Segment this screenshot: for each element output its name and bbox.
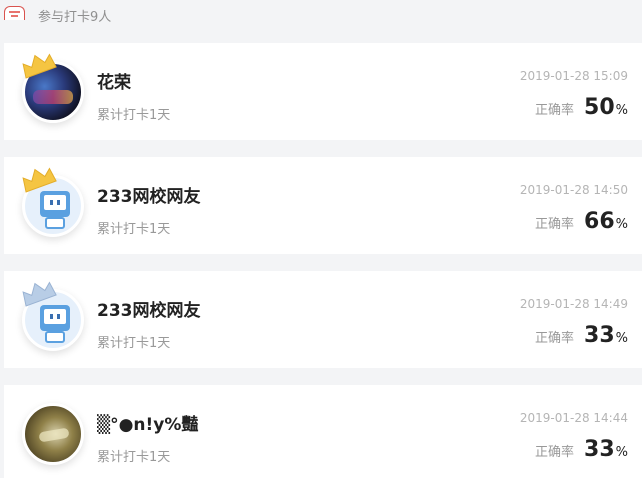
accuracy-label: 正确率	[535, 331, 575, 346]
accuracy-unit: %	[615, 217, 628, 232]
accuracy-label: 正确率	[535, 217, 575, 232]
accuracy-label: 正确率	[535, 103, 575, 118]
user-name: ▒°●n!y%豔	[97, 415, 199, 435]
user-name: 花荣	[97, 73, 131, 93]
avatar[interactable]	[22, 53, 84, 123]
checkin-time: 2019-01-28 14:49	[519, 297, 628, 311]
accuracy: 正确率 33 %	[535, 437, 628, 462]
accuracy-value: 33	[584, 323, 615, 348]
avatar[interactable]	[22, 281, 84, 351]
accuracy-label: 正确率	[535, 445, 575, 460]
robot-head	[40, 191, 70, 217]
user-name: 233网校网友	[97, 301, 201, 321]
checkin-days: 累计打卡1天	[97, 336, 171, 351]
accuracy-unit: %	[615, 103, 628, 118]
accuracy: 正确率 66 %	[535, 209, 628, 234]
accuracy-value: 50	[584, 95, 615, 120]
participants-header: 参与打卡9人	[0, 0, 642, 30]
checkin-record[interactable]: ▒°●n!y%豔 累计打卡1天 2019-01-28 14:44 正确率 33 …	[4, 385, 642, 478]
user-name: 233网校网友	[97, 187, 201, 207]
accuracy-value: 33	[584, 437, 615, 462]
accuracy: 正确率 50 %	[535, 95, 628, 120]
checkin-time: 2019-01-28 14:44	[519, 411, 628, 425]
checkin-page: 参与打卡9人 花荣 累计打卡1天 2019-01-28 15:09 正确率 50…	[0, 0, 642, 478]
checkin-days: 累计打卡1天	[97, 450, 171, 465]
photo-avatar	[22, 403, 84, 465]
participants-count: 参与打卡9人	[38, 10, 112, 25]
robot-head	[40, 305, 70, 331]
checkin-time: 2019-01-28 15:09	[519, 69, 628, 83]
avatar[interactable]	[22, 167, 84, 237]
checkin-time: 2019-01-28 14:50	[519, 183, 628, 197]
checkin-record[interactable]: 233网校网友 累计打卡1天 2019-01-28 14:49 正确率 33 %	[4, 271, 642, 368]
avatar[interactable]	[22, 403, 84, 465]
checkin-record[interactable]: 233网校网友 累计打卡1天 2019-01-28 14:50 正确率 66 %	[4, 157, 642, 254]
checkin-days: 累计打卡1天	[97, 222, 171, 237]
checkin-days: 累计打卡1天	[97, 108, 171, 123]
checkin-record[interactable]: 花荣 累计打卡1天 2019-01-28 15:09 正确率 50 %	[4, 43, 642, 140]
accuracy: 正确率 33 %	[535, 323, 628, 348]
list-icon	[4, 6, 25, 20]
accuracy-unit: %	[615, 331, 628, 346]
accuracy-value: 66	[584, 209, 615, 234]
accuracy-unit: %	[615, 445, 628, 460]
